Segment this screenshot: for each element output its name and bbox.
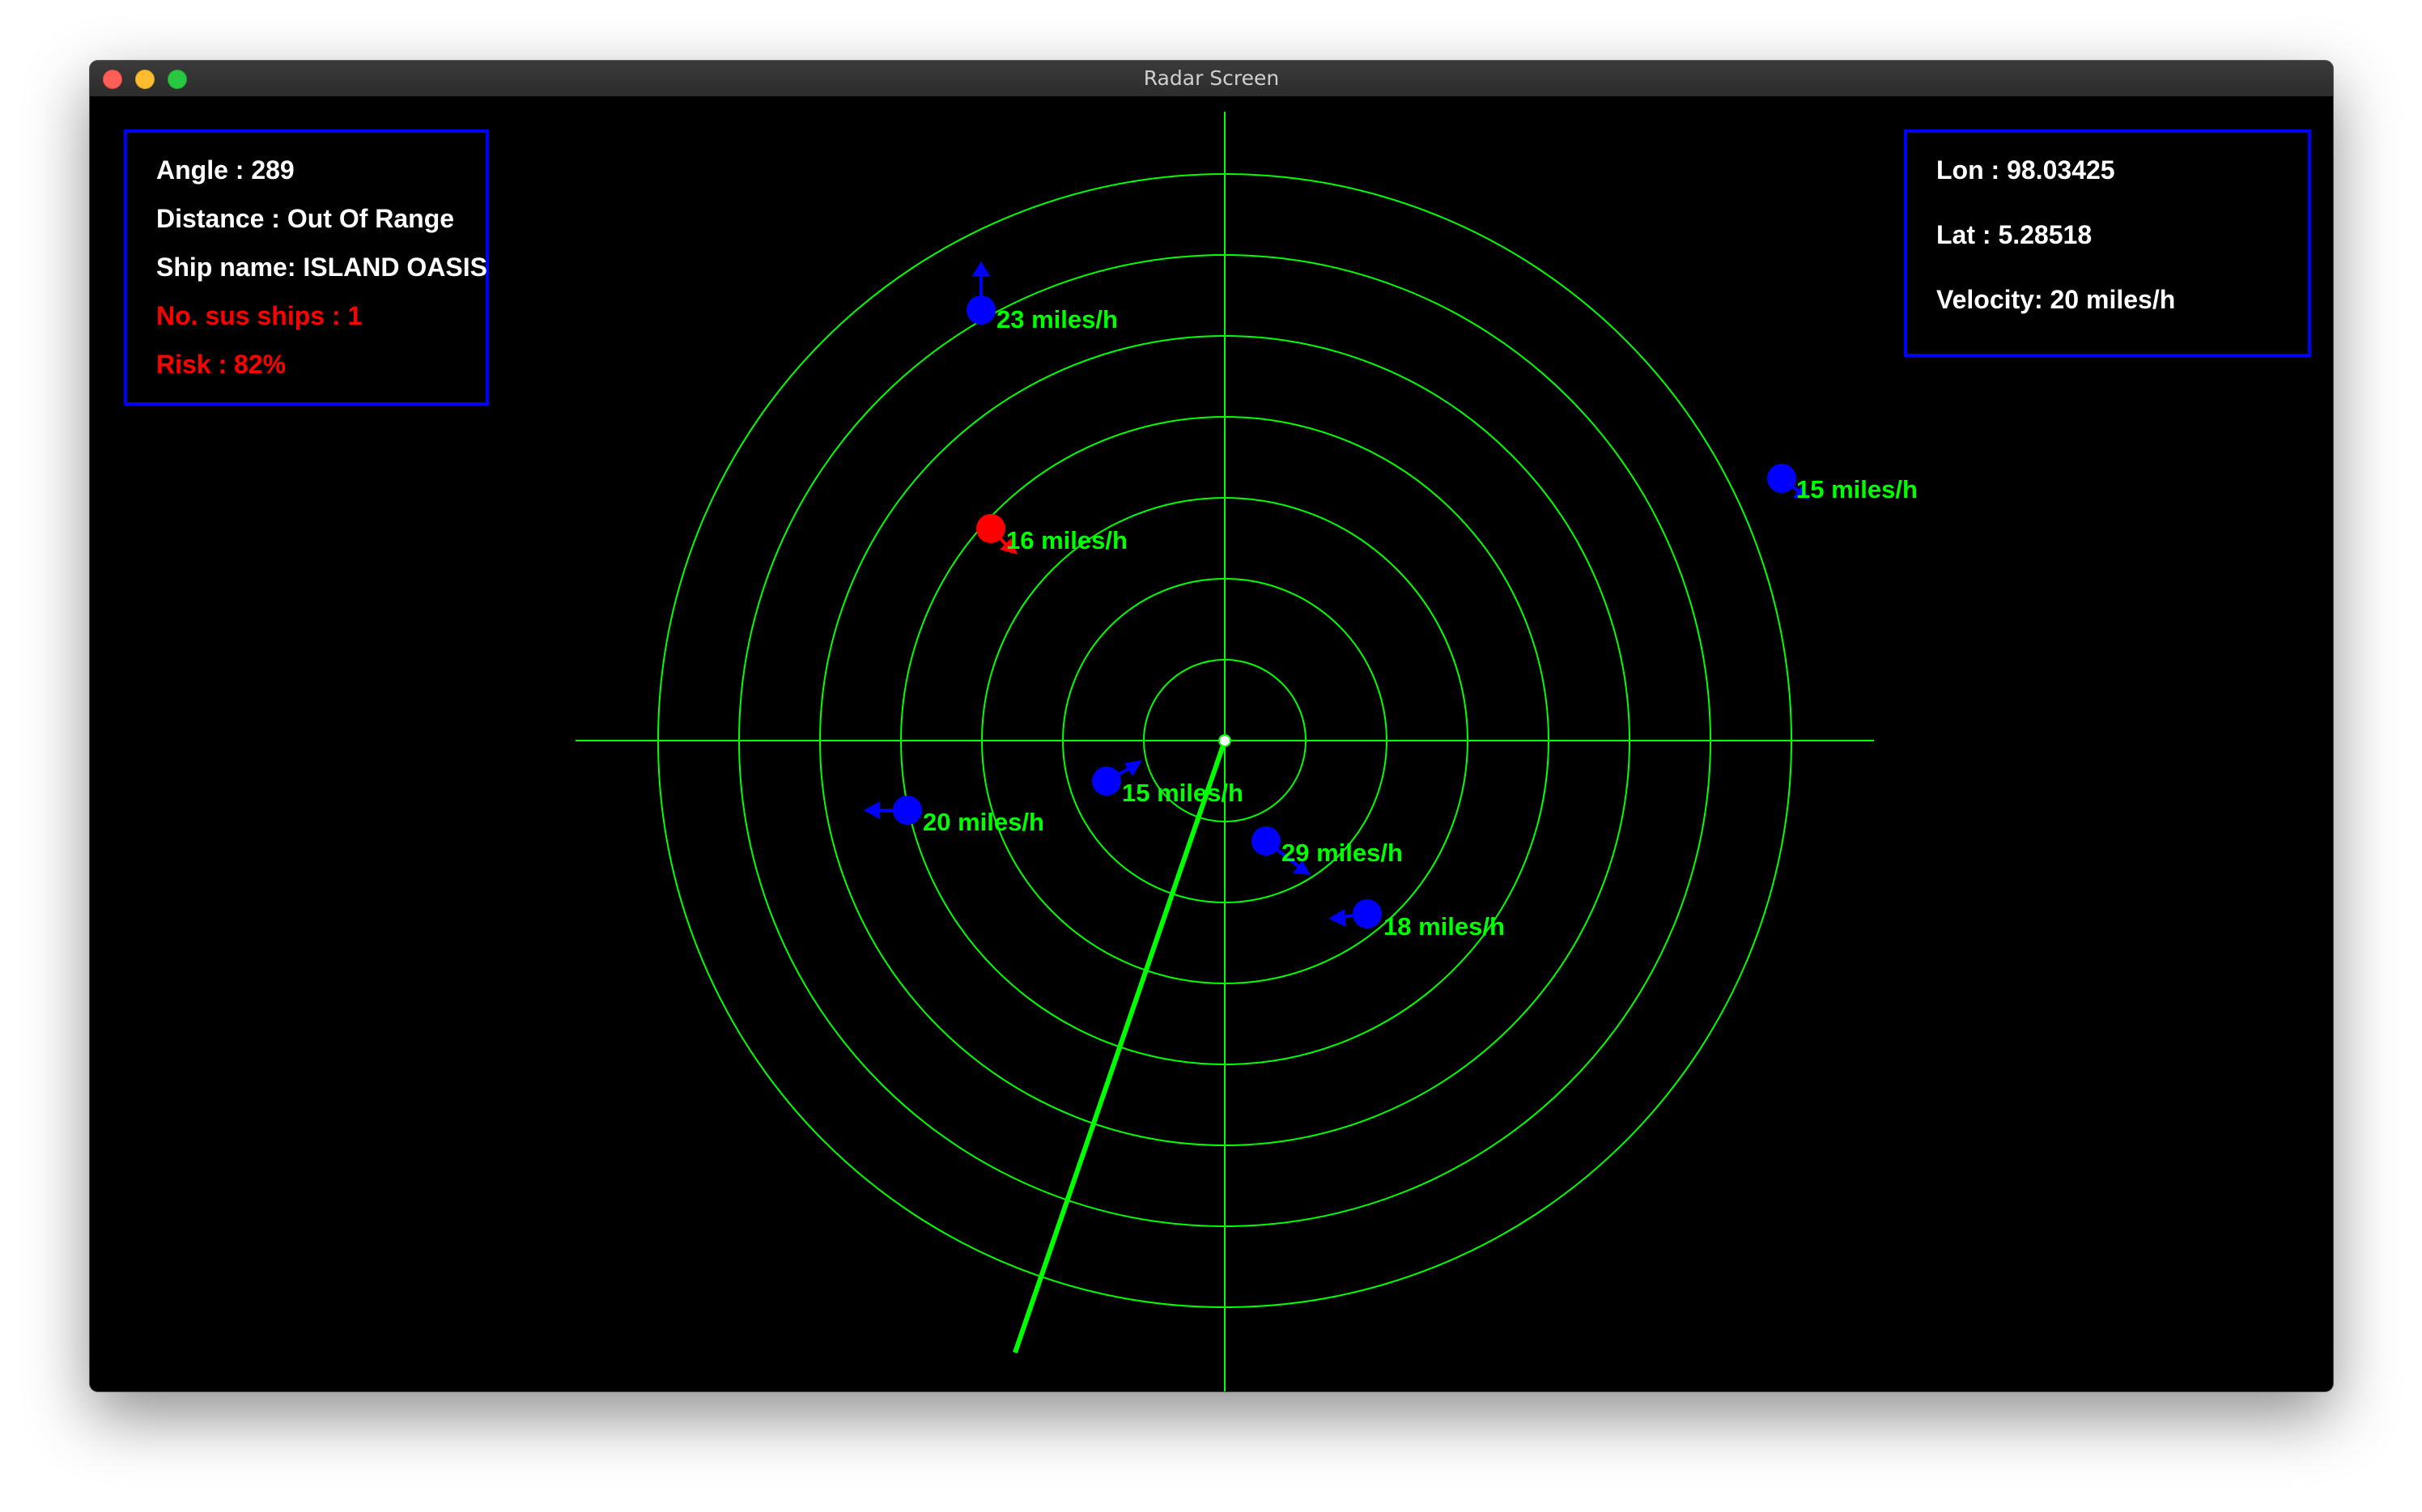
target-info-panel: Angle : 289 Distance : Out Of Range Ship… <box>124 130 489 406</box>
ship-speed-label: 15 miles/h <box>1122 779 1243 807</box>
radar-window: Radar Screen 23 miles/h 15 miles/h 16 mi… <box>90 61 2333 1391</box>
distance-readout: Distance : Out Of Range <box>156 204 455 233</box>
angle-readout: Angle : 289 <box>156 155 295 185</box>
ship-name-readout: Ship name: ISLAND OASIS <box>156 253 487 282</box>
longitude-readout: Lon : 98.03425 <box>1936 155 2115 185</box>
suspicious-ships-count: No. sus ships : 1 <box>156 301 363 330</box>
ship-dot <box>1251 826 1281 856</box>
ship-dot <box>1092 767 1121 796</box>
ship-marker[interactable]: 15 miles/h <box>1767 464 1918 503</box>
risk-readout: Risk : 82% <box>156 350 287 379</box>
radar-center-dot <box>1218 734 1231 747</box>
arrow-head-icon <box>1328 909 1346 927</box>
ship-speed-label: 20 miles/h <box>923 808 1044 836</box>
radar-canvas: 23 miles/h 15 miles/h 16 miles/h 20 mile… <box>90 96 2333 1391</box>
position-info-panel: Lon : 98.03425 Lat : 5.28518 Velocity: 2… <box>1904 130 2311 357</box>
ship-dot <box>893 796 922 825</box>
ship-speed-label: 15 miles/h <box>1796 475 1918 503</box>
ship-marker[interactable]: 29 miles/h <box>1251 826 1403 875</box>
ship-dot <box>1767 464 1796 493</box>
arrow-head-icon <box>864 801 880 819</box>
ship-dot <box>967 295 996 325</box>
window-title: Radar Screen <box>1143 66 1280 90</box>
ship-dot <box>1353 899 1382 928</box>
radar-sweep-line <box>1013 740 1227 1353</box>
latitude-readout: Lat : 5.28518 <box>1936 220 2093 249</box>
ship-speed-label: 18 miles/h <box>1383 912 1505 941</box>
suspicious-ship-marker[interactable]: 16 miles/h <box>976 514 1128 554</box>
ship-marker[interactable]: 18 miles/h <box>1328 899 1505 941</box>
ship-marker[interactable]: 15 miles/h <box>1092 760 1243 807</box>
arrow-head-icon <box>972 261 990 276</box>
velocity-readout: Velocity: 20 miles/h <box>1936 285 2176 314</box>
desktop: Radar Screen 23 miles/h 15 miles/h 16 mi… <box>0 0 2422 1512</box>
ship-marker[interactable]: 20 miles/h <box>864 796 1044 836</box>
ship-speed-label: 29 miles/h <box>1281 839 1403 867</box>
ship-dot <box>976 514 1005 543</box>
ship-speed-label: 16 miles/h <box>1006 526 1128 554</box>
ship-speed-label: 23 miles/h <box>996 305 1118 333</box>
title-bar[interactable]: Radar Screen <box>90 61 2333 97</box>
